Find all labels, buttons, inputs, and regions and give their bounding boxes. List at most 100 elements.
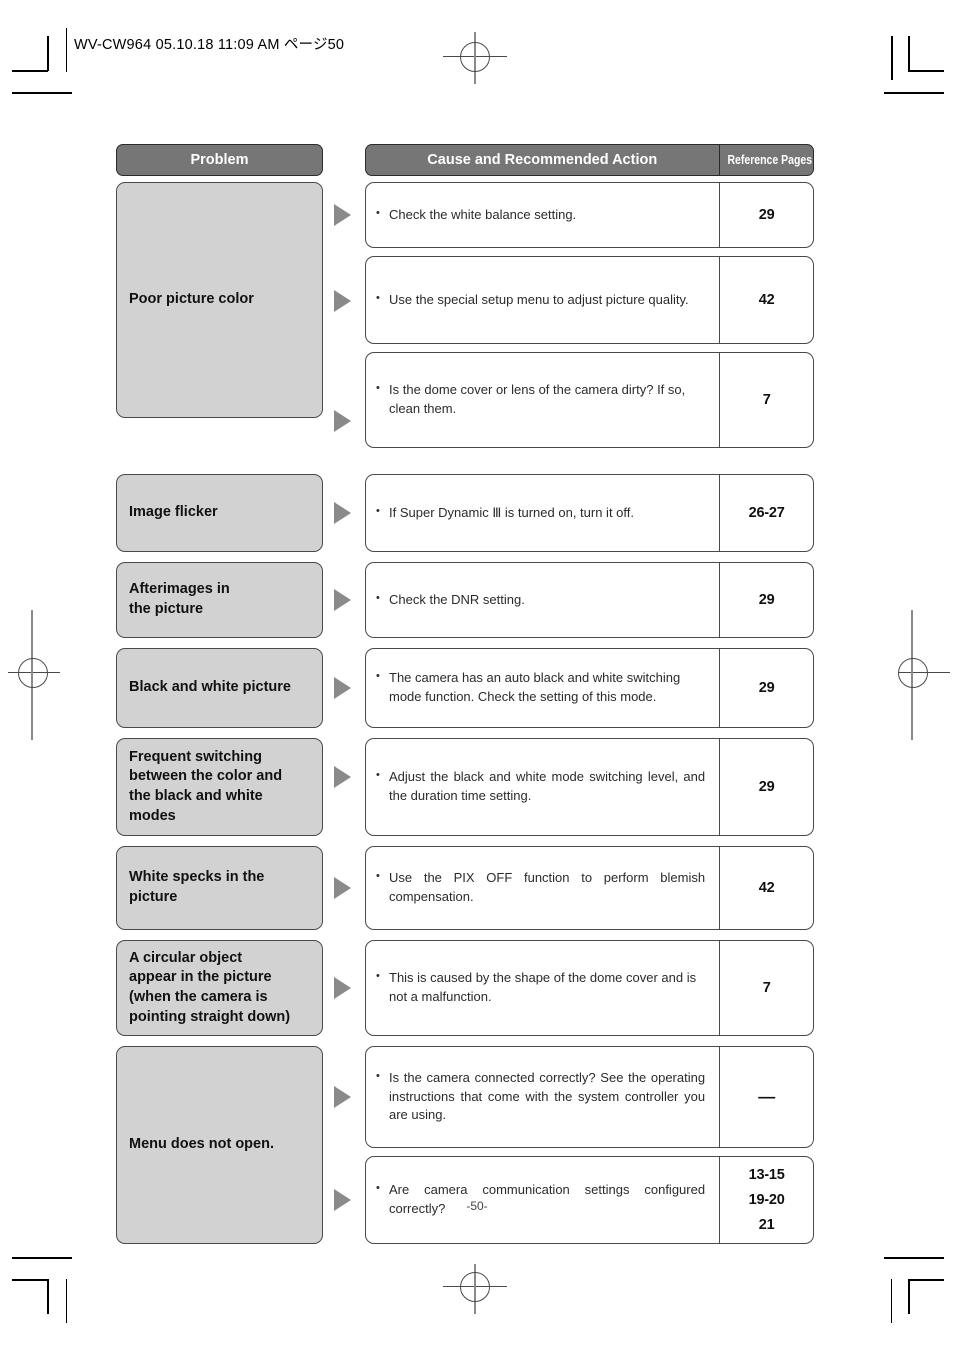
action-cell: If Super Dynamic Ⅲ is turned on, turn it… xyxy=(365,474,814,552)
flow-arrow-icon xyxy=(334,410,351,432)
action-cell: Is the dome cover or lens of the camera … xyxy=(365,352,814,448)
action-text: Use the special setup menu to adjust pic… xyxy=(376,291,689,310)
reference-pages-cell: 42 xyxy=(720,257,813,343)
action-cell: Is the camera connected correctly? See t… xyxy=(365,1046,814,1148)
action-text-wrap: Check the white balance setting. xyxy=(366,183,719,247)
flow-arrow-icon xyxy=(334,877,351,899)
crop-mark-bottom-right-bleed xyxy=(884,1257,944,1259)
problem-label: Frequent switching between the color and t… xyxy=(129,748,283,824)
action-cell: Use the PIX OFF function to perform blem… xyxy=(365,846,814,930)
reference-pages-cell: 26-27 xyxy=(720,475,813,551)
action-text-wrap: Is the dome cover or lens of the camera … xyxy=(366,353,719,447)
action-text: Check the DNR setting. xyxy=(376,591,525,610)
troubleshooting-table: Problem Cause and Recommended Action Ref… xyxy=(116,144,814,1244)
reference-pages-cell: 29 xyxy=(720,649,813,727)
reference-page-number: 7 xyxy=(762,980,771,996)
action-text-wrap: Is the camera connected correctly? See t… xyxy=(366,1047,719,1147)
action-text: Is the camera connected correctly? See t… xyxy=(376,1069,705,1126)
reference-page-number: 42 xyxy=(758,880,775,896)
action-cell: Use the special setup menu to adjust pic… xyxy=(365,256,814,344)
page-number: -50- xyxy=(466,1199,488,1213)
flow-arrow-icon xyxy=(334,977,351,999)
reference-page-number: 42 xyxy=(758,292,775,308)
action-text-wrap: Check the DNR setting. xyxy=(366,563,719,637)
crop-mark-top-left-bleed xyxy=(12,92,72,94)
crop-mark-top-left-rule xyxy=(66,28,68,72)
reference-page-number: 29 xyxy=(758,680,775,696)
problem-cell: White specks in the picture xyxy=(116,846,323,930)
reference-page-number: 7 xyxy=(762,392,771,408)
header-divider xyxy=(718,145,720,175)
crop-mark-top-left-vertical xyxy=(47,36,49,71)
crop-mark-top-right-horizontal xyxy=(908,70,944,72)
reference-pages-cell: — xyxy=(720,1047,813,1147)
problem-label: Menu does not open. xyxy=(129,1136,274,1153)
action-text-wrap: Use the PIX OFF function to perform blem… xyxy=(366,847,719,929)
reference-pages-cell: 7 xyxy=(720,941,813,1035)
action-text: Check the white balance setting. xyxy=(376,206,576,225)
problem-cell: Black and white picture xyxy=(116,648,323,728)
crop-mark-bottom-right-vertical xyxy=(908,1279,910,1314)
problem-cell: Frequent switching between the color and t… xyxy=(116,738,323,836)
action-text-wrap: Adjust the black and white mode switchin… xyxy=(366,739,719,835)
flow-arrow-icon xyxy=(334,502,351,524)
problem-cell: A circular object appear in the picture (w… xyxy=(116,940,323,1036)
action-cell: Check the white balance setting. 29 xyxy=(365,182,814,248)
crop-mark-top-right-rule xyxy=(891,36,893,80)
reference-pages-cell: 29 xyxy=(720,739,813,835)
action-text-wrap: This is caused by the shape of the dome … xyxy=(366,941,719,1035)
table-body: Poor picture color Image flicker Afterimag… xyxy=(116,182,814,1244)
action-text: This is caused by the shape of the dome … xyxy=(376,969,705,1007)
action-text: The camera has an auto black and white s… xyxy=(376,669,705,707)
problem-cell: Afterimages in the picture xyxy=(116,562,323,638)
reference-page-number: 13-15 xyxy=(748,1167,785,1183)
registration-mark-right xyxy=(886,600,950,760)
registration-mark-left xyxy=(8,600,72,760)
crop-mark-bottom-left-vertical xyxy=(47,1279,49,1314)
crop-mark-top-right-bleed xyxy=(884,92,944,94)
problem-label: Image flicker xyxy=(129,504,218,521)
problem-cell: Image flicker xyxy=(116,474,323,552)
reference-pages-cell: 42 xyxy=(720,847,813,929)
flow-arrow-icon xyxy=(334,204,351,226)
problem-label: Black and white picture xyxy=(129,679,291,696)
action-text: If Super Dynamic Ⅲ is turned on, turn it… xyxy=(376,504,634,523)
action-text: Adjust the black and white mode switchin… xyxy=(376,768,705,806)
action-cell: Adjust the black and white mode switchin… xyxy=(365,738,814,836)
problem-label: A circular object appear in the picture (w… xyxy=(129,949,291,1025)
crop-mark-bottom-right-rule xyxy=(891,1279,893,1323)
action-cell: Check the DNR setting. 29 xyxy=(365,562,814,638)
reference-page-number: 26-27 xyxy=(748,505,785,521)
crop-mark-top-left-horizontal xyxy=(12,70,48,72)
column-header-cause: Cause and Recommended Action xyxy=(427,152,658,168)
reference-pages-cell: 7 xyxy=(720,353,813,447)
reference-page-number: 29 xyxy=(758,592,775,608)
flow-arrow-icon xyxy=(334,766,351,788)
reference-page-number: — xyxy=(758,1087,776,1106)
action-text: Use the PIX OFF function to perform blem… xyxy=(376,869,705,907)
action-text: Is the dome cover or lens of the camera … xyxy=(376,381,705,419)
registration-mark-bottom xyxy=(443,1262,507,1326)
table-header-row: Problem Cause and Recommended Action Ref… xyxy=(116,144,814,176)
reference-pages-cell: 29 xyxy=(720,563,813,637)
flow-arrow-icon xyxy=(334,290,351,312)
reference-page-number: 21 xyxy=(758,1217,775,1233)
registration-mark-top xyxy=(443,32,507,96)
flow-arrow-icon xyxy=(334,589,351,611)
column-header-problem: Problem xyxy=(116,144,323,176)
problem-cell: Menu does not open. xyxy=(116,1046,323,1244)
reference-pages-cell: 29 xyxy=(720,183,813,247)
action-cell: This is caused by the shape of the dome … xyxy=(365,940,814,1036)
problem-label: Poor picture color xyxy=(129,291,254,308)
column-header-reference-pages: Reference Pages xyxy=(727,153,813,167)
reference-page-number: 29 xyxy=(758,779,775,795)
action-text-wrap: If Super Dynamic Ⅲ is turned on, turn it… xyxy=(366,475,719,551)
reference-page-number: 29 xyxy=(758,207,775,223)
problem-label: Afterimages in the picture xyxy=(129,581,230,617)
action-cell: The camera has an auto black and white s… xyxy=(365,648,814,728)
flow-arrow-icon xyxy=(334,677,351,699)
crop-mark-bottom-left-rule xyxy=(66,1279,68,1323)
problem-cell: Poor picture color xyxy=(116,182,323,418)
column-header-cause-group: Cause and Recommended Action Reference P… xyxy=(365,144,814,176)
crop-mark-bottom-left-horizontal xyxy=(12,1279,48,1281)
